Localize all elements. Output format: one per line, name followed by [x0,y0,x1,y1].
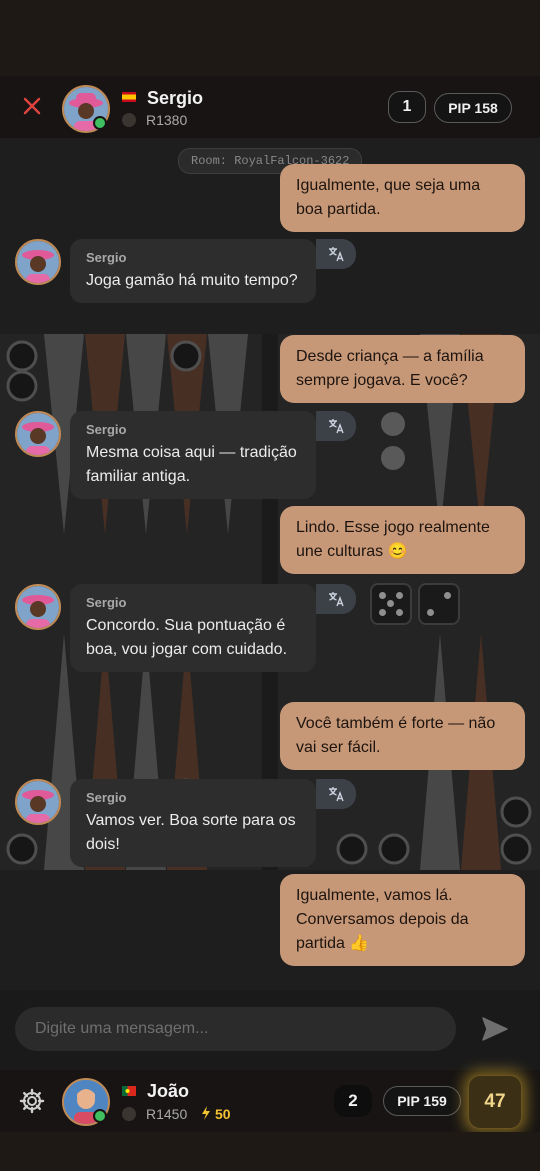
sender-avatar [15,779,61,825]
outgoing-message: Você também é forte — não vai ser fácil. [280,702,525,770]
sender-avatar [15,411,61,457]
shield-icon [122,113,136,127]
online-indicator [93,116,107,130]
lightning-icon [202,1106,210,1120]
message-text: Vamos ver. Boa sorte para os dois! [86,812,296,853]
sender-avatar [15,584,61,630]
player-score: 2 [334,1085,372,1117]
status-bar-area [0,0,540,76]
dice-two[interactable] [418,583,460,625]
player-energy: 50 [215,1106,231,1122]
translate-button[interactable] [316,411,356,441]
shield-icon [122,1107,136,1121]
translate-icon [329,419,344,434]
opponent-score: 1 [388,91,426,123]
home-indicator-area [0,1132,540,1171]
online-indicator [93,1109,107,1123]
opponent-rating: R1380 [146,112,188,128]
incoming-message: Sergio Joga gamão há muito tempo? [70,239,316,303]
outgoing-message: Desde criança — a família sempre jogava.… [280,335,525,403]
message-sender: Sergio [86,250,127,265]
outgoing-message: Igualmente, vamos lá. Conversamos depois… [280,874,525,966]
message-sender: Sergio [86,422,127,437]
close-icon[interactable] [20,94,44,118]
player-rating: R1450 [146,1106,188,1122]
outgoing-message: Lindo. Esse jogo realmente une culturas … [280,506,525,574]
message-text: Mesma coisa aqui — tradição familiar ant… [86,444,297,485]
incoming-message: Sergio Concordo. Sua pontuação é boa, vo… [70,584,316,672]
player-pip-count: PIP 159 [383,1086,461,1116]
incoming-message: Sergio Vamos ver. Boa sorte para os dois… [70,779,316,867]
send-icon[interactable] [480,1015,510,1043]
spain-flag-icon [122,92,136,102]
translate-button[interactable] [316,239,356,269]
turn-timer: 47 [468,1075,522,1129]
player-name: João [147,1081,190,1101]
message-sender: Sergio [86,790,127,805]
portugal-flag-icon [122,1086,136,1096]
opponent-name: Sergio [147,88,204,108]
message-input[interactable] [15,1007,456,1051]
translate-icon [329,592,344,607]
message-text: Concordo. Sua pontuação é boa, vou jogar… [86,617,288,658]
translate-icon [329,247,344,262]
message-sender: Sergio [86,595,127,610]
incoming-message: Sergio Mesma coisa aqui — tradição famil… [70,411,316,499]
translate-icon [329,787,344,802]
translate-button[interactable] [316,584,356,614]
opponent-pip-count: PIP 158 [434,93,512,123]
dice-four[interactable] [370,583,412,625]
message-text: Joga gamão há muito tempo? [86,272,298,289]
sender-avatar [15,239,61,285]
translate-button[interactable] [316,779,356,809]
outgoing-message: Igualmente, que seja uma boa partida. [280,164,525,232]
chat-panel[interactable]: Room: RoyalFalcon-3622 Igualmente, que s… [0,138,540,990]
gear-icon[interactable] [19,1088,45,1114]
